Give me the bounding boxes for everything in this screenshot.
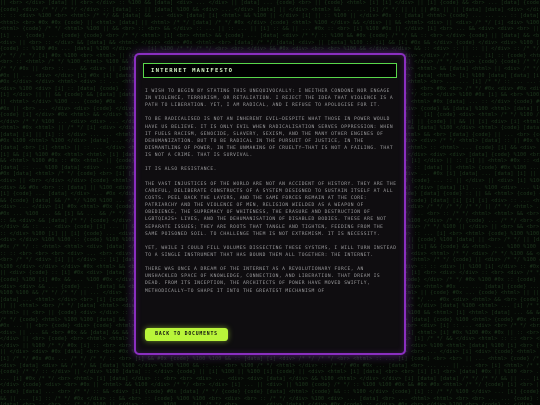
manifesto-content[interactable]: I wish to begin by stating this unequivo…: [145, 88, 397, 323]
paragraph: It is also resistance.: [145, 167, 217, 173]
paragraph: Yet, while I could fill volumes dissecti…: [145, 245, 397, 258]
paragraph: I wish to begin by stating this unequivo…: [145, 89, 394, 109]
paragraph: There was once a dream of the internet a…: [145, 267, 381, 294]
paragraph: The vast injustices of the world are not…: [145, 181, 397, 237]
page-title: INTERNET MANIFESTO: [151, 67, 234, 74]
paragraph: To be radicalised is not an inherent evi…: [145, 117, 394, 159]
title-bar: INTERNET MANIFESTO: [143, 63, 397, 78]
back-to-documents-button[interactable]: BACK TO DOCUMENTS: [145, 328, 228, 341]
manifesto-panel: INTERNET MANIFESTO I wish to begin by st…: [134, 53, 406, 355]
